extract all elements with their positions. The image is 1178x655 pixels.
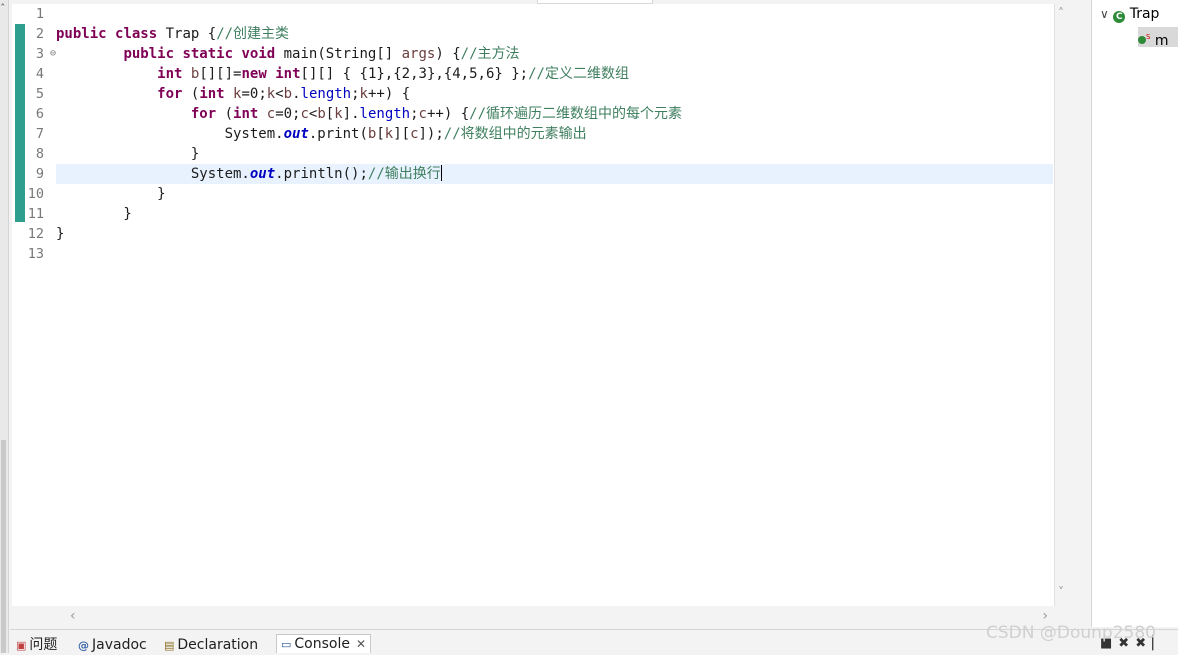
tab-label: Javadoc <box>92 637 147 653</box>
code-line[interactable]: for (int c=0;c<b[k].length;c++) {//循环遍历二… <box>56 104 1053 124</box>
outline-method-item[interactable]: S m <box>1138 27 1178 49</box>
line-number: 9 <box>35 166 44 182</box>
tab-declaration[interactable]: ▤ Declaration <box>164 636 258 654</box>
javadoc-icon: @ <box>78 639 89 652</box>
code-line[interactable]: } <box>56 224 1053 244</box>
outline-class-label: Trap <box>1129 6 1160 22</box>
code-line[interactable]: } <box>56 184 1053 204</box>
code-line[interactable] <box>56 244 1053 264</box>
tab-label: 问题 <box>29 637 58 653</box>
line-number-ruler: 1 2 3 ⊖ 4 5 6 7 8 9 10 11 12 13 <box>24 4 56 264</box>
scroll-left-icon[interactable]: ‹ <box>70 608 76 624</box>
code-line[interactable]: for (int k=0;k<b.length;k++) { <box>56 84 1053 104</box>
line-number: 3 ⊖ <box>35 46 56 62</box>
console-icon: ▭ <box>281 638 292 651</box>
line-number: 13 <box>27 246 44 262</box>
line-number: 10 <box>27 186 44 202</box>
line-number: 2 <box>35 26 44 42</box>
line-number: 7 <box>35 126 44 142</box>
class-icon: C <box>1113 11 1126 23</box>
scroll-right-icon[interactable]: › <box>1042 608 1048 624</box>
code-line[interactable]: } <box>56 144 1053 164</box>
line-number: 1 <box>35 6 44 22</box>
code-line[interactable]: int b[][]=new int[][] { {1},{2,3},{4,5,6… <box>56 64 1053 84</box>
line-number: 6 <box>35 106 44 122</box>
tab-label: Declaration <box>177 637 259 653</box>
text-caret <box>440 165 442 181</box>
code-line[interactable]: public class Trap {//创建主类 <box>56 24 1053 44</box>
horizontal-scrollbar[interactable]: ‹ › <box>56 608 1054 624</box>
code-line[interactable]: System.out.print(b[k][c]);//将数组中的元素输出 <box>56 124 1053 144</box>
outline-method-label: m <box>1154 33 1169 49</box>
left-scrollbar[interactable] <box>1 440 6 653</box>
watermark: CSDN @Dounp2580 <box>986 623 1156 643</box>
change-markers <box>12 24 25 222</box>
expand-chevron-icon[interactable]: ∨ <box>1100 7 1109 21</box>
line-number: 4 <box>35 66 44 82</box>
code-line[interactable]: } <box>56 204 1053 224</box>
tab-console[interactable]: ▭ Console ✕ <box>276 634 372 653</box>
tab-label: Console <box>294 636 350 652</box>
line-number: 12 <box>27 226 44 242</box>
tab-javadoc[interactable]: @ Javadoc <box>78 636 147 654</box>
code-line[interactable] <box>56 4 1053 24</box>
code-line[interactable]: public static void main(String[] args) {… <box>56 44 1053 64</box>
close-icon[interactable]: ✕ <box>356 637 366 651</box>
scroll-up-icon[interactable]: ˄ <box>1058 6 1064 20</box>
tab-problems[interactable]: ▣ 问题 <box>16 636 57 654</box>
public-method-icon <box>1138 36 1146 44</box>
collapse-chevron-icon[interactable]: ˆ <box>0 2 6 15</box>
outline-class-item[interactable]: ∨ C Trap <box>1100 4 1159 24</box>
line-number: 11 <box>27 206 44 222</box>
java-code-editor[interactable]: 1 2 3 ⊖ 4 5 6 7 8 9 10 11 12 13 public class Trap {//… <box>12 4 1055 624</box>
scroll-down-icon[interactable]: ˅ <box>1058 585 1064 599</box>
left-panel-strip: ˆ <box>0 0 9 653</box>
code-line-current[interactable]: System.out.println();//输出换行 <box>56 164 1053 184</box>
code-area[interactable]: public class Trap {//创建主类 public static … <box>56 4 1053 264</box>
declaration-icon: ▤ <box>164 639 175 652</box>
line-number: 5 <box>35 86 44 102</box>
outline-panel: ∨ C Trap S m <box>1091 0 1178 627</box>
problems-icon: ▣ <box>16 639 27 652</box>
line-number: 8 <box>35 146 44 162</box>
